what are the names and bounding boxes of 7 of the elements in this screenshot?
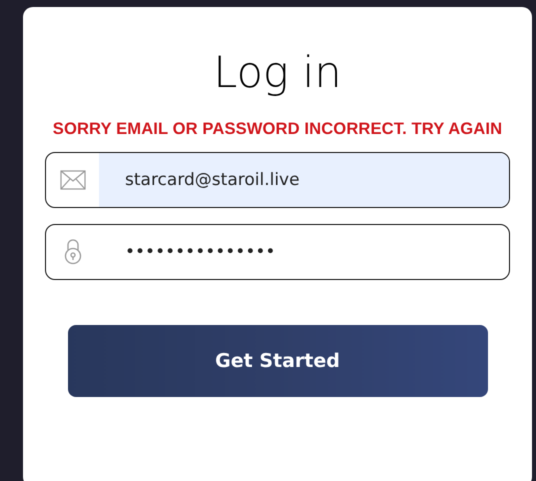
- error-message: SORRY EMAIL OR PASSWORD INCORRECT. TRY AGAIN: [52, 119, 502, 139]
- get-started-button[interactable]: Get Started: [68, 325, 488, 397]
- password-field[interactable]: •••••••••••••••: [45, 224, 510, 280]
- page-title: Log in: [213, 47, 342, 99]
- password-value: •••••••••••••••: [124, 241, 276, 264]
- mail-icon: [60, 170, 86, 190]
- lock-icon: [64, 239, 82, 265]
